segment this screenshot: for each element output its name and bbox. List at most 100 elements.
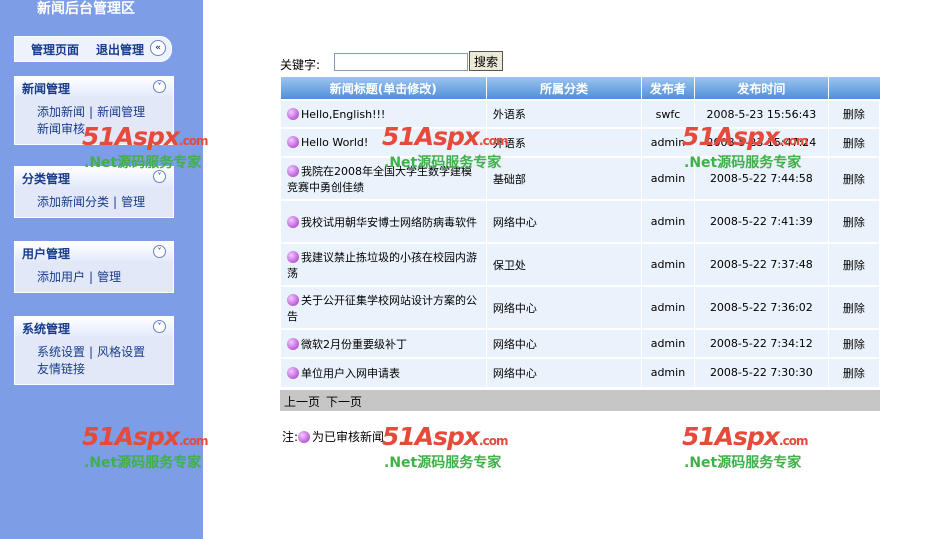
delete-link-container: 删除 (827, 99, 881, 129)
approved-dot-icon (287, 250, 299, 263)
publish-time-cell-container: 2008-5-22 7:36:02 (693, 285, 829, 330)
author-cell-container: admin (640, 285, 695, 330)
review-news-link[interactable]: 新闻审核 (37, 122, 85, 136)
delete-link-container: 删除 (827, 127, 881, 158)
friend-links-link[interactable]: 友情链接 (37, 362, 85, 376)
system-settings-link[interactable]: 系统设置 (37, 345, 85, 359)
watermark-logo-text: 51Aspx (82, 422, 180, 451)
author-cell: admin (650, 215, 686, 228)
approved-dot-icon (287, 366, 299, 379)
pager: 上一页 下一页 (280, 390, 880, 411)
delete-link[interactable]: 删除 (843, 259, 865, 272)
watermark-domain: .com (479, 134, 508, 148)
legend-note: 注: 为已审核新闻 (282, 428, 384, 445)
chevron-down-icon[interactable]: ˅ (153, 80, 166, 93)
category-cell: 外语系 (492, 108, 526, 121)
news-title-cell[interactable]: 单位用户入网申请表 (301, 367, 400, 380)
manage-users-link[interactable]: 管理 (97, 270, 121, 284)
publish-time-cell: 2008-5-22 7:41:39 (709, 215, 813, 228)
author-cell: admin (650, 136, 686, 149)
news-title-cell[interactable]: 微软2月份重要级补丁 (301, 338, 407, 351)
link-separator: | (89, 345, 94, 359)
watermark-slogan: .Net源码服务专家 (84, 155, 202, 171)
link-separator: | (89, 105, 94, 119)
category-cell: 网络中心 (492, 366, 537, 380)
manage-page-link[interactable]: 管理页面 (31, 41, 79, 58)
nav-group-header[interactable]: 新闻管理 ˅ (15, 77, 173, 99)
prev-page-link[interactable]: 上一页 (284, 393, 320, 410)
news-title-cell-container: 我校试用朝华安博士网络防病毒软件 (280, 199, 487, 244)
publish-time-cell-container: 2008-5-22 7:34:12 (693, 328, 829, 359)
watermark-domain: .com (779, 134, 808, 148)
delete-link-container: 删除 (827, 285, 881, 330)
category-cell-container: 基础部 (485, 156, 642, 201)
search-button[interactable]: 搜索 (469, 51, 503, 71)
table-row: 单位用户入网申请表 网络中心 admin 2008-5-22 7:30:30 删除 (280, 357, 881, 388)
style-settings-link[interactable]: 风格设置 (97, 345, 145, 359)
category-cell-container: 外语系 (485, 127, 642, 158)
nav-group-category: 分类管理 ˅ 添加新闻分类 | 管理 (14, 166, 174, 218)
watermark-logo-text: 51Aspx (382, 422, 480, 451)
watermark-slogan: .Net源码服务专家 (84, 455, 202, 471)
delete-link[interactable]: 删除 (843, 338, 865, 351)
next-page-link[interactable]: 下一页 (326, 393, 362, 410)
delete-link[interactable]: 删除 (843, 108, 865, 121)
watermark-slogan: .Net源码服务专家 (384, 455, 502, 471)
approved-dot-icon (287, 107, 299, 120)
publish-time-cell: 2008-5-22 7:30:30 (709, 366, 813, 380)
news-title-cell[interactable]: Hello,English!!! (301, 108, 385, 121)
publish-time-cell: 2008-5-22 7:37:48 (709, 258, 813, 271)
watermark-slogan: .Net源码服务专家 (684, 155, 802, 171)
nav-group-header[interactable]: 系统管理 ˅ (15, 317, 173, 339)
delete-link-container: 删除 (827, 199, 881, 244)
manage-news-link[interactable]: 新闻管理 (97, 105, 145, 119)
sidebar-title: 新闻后台管理区 (37, 1, 135, 17)
news-title-cell-container: 我建议禁止拣垃圾的小孩在校园内游荡 (280, 242, 487, 287)
nav-group-users: 用户管理 ˅ 添加用户 | 管理 (14, 241, 174, 293)
manage-category-link[interactable]: 管理 (121, 195, 145, 209)
logout-link[interactable]: 退出管理 (96, 41, 144, 58)
news-title-cell[interactable]: 我建议禁止拣垃圾的小孩在校园内游荡 (287, 251, 477, 280)
watermark-domain: .com (179, 134, 208, 148)
publish-time-cell: 2008-5-22 7:44:58 (709, 172, 813, 185)
approved-dot-icon (287, 215, 299, 228)
delete-link[interactable]: 删除 (843, 216, 865, 229)
table-header-row: 新闻标题(单击修改) 所属分类 发布者 发布时间 (280, 77, 880, 100)
search-input[interactable] (334, 53, 468, 71)
delete-link[interactable]: 删除 (843, 173, 865, 186)
chevron-down-icon[interactable]: ˅ (153, 245, 166, 258)
link-separator: | (89, 270, 94, 284)
approved-dot-icon (287, 293, 299, 306)
delete-link[interactable]: 删除 (843, 137, 865, 150)
category-cell-container: 网络中心 (485, 199, 642, 244)
table-row: 我建议禁止拣垃圾的小孩在校园内游荡 保卫处 admin 2008-5-22 7:37:… (280, 242, 881, 287)
nav-group-title: 系统管理 (22, 322, 71, 336)
news-title-cell[interactable]: Hello World! (301, 136, 368, 149)
author-cell-container: admin (640, 357, 695, 388)
news-title-cell[interactable]: 关于公开征集学校网站设计方案的公告 (287, 294, 477, 323)
add-user-link[interactable]: 添加用户 (37, 270, 85, 284)
news-title-cell-container: 关于公开征集学校网站设计方案的公告 (280, 285, 487, 330)
table-row: 我校试用朝华安博士网络防病毒软件 网络中心 admin 2008-5-22 7:41:… (280, 199, 881, 244)
chevron-down-icon[interactable]: ˅ (153, 320, 166, 333)
author-cell: admin (650, 366, 686, 380)
collapse-sidebar-icon[interactable]: « (150, 40, 166, 56)
category-cell: 网络中心 (492, 215, 537, 229)
top-nav: 管理页面 退出管理 « (14, 36, 172, 62)
category-cell: 网络中心 (492, 301, 537, 315)
news-title-cell[interactable]: 我校试用朝华安博士网络防病毒软件 (301, 216, 477, 229)
category-cell: 基础部 (492, 172, 526, 186)
author-cell-container: admin (640, 242, 695, 287)
author-cell: admin (650, 301, 686, 314)
delete-link[interactable]: 删除 (843, 367, 865, 380)
note-text: 为已审核新闻 (312, 430, 385, 444)
delete-link[interactable]: 删除 (843, 302, 865, 315)
author-cell-container: admin (640, 199, 695, 244)
nav-group-header[interactable]: 用户管理 ˅ (15, 242, 173, 264)
column-header-category: 所属分类 (485, 77, 642, 100)
column-header-author: 发布者 (640, 77, 695, 100)
add-category-link[interactable]: 添加新闻分类 (37, 195, 109, 209)
nav-group-system: 系统管理 ˅ 系统设置 | 风格设置 友情链接 (14, 316, 174, 385)
column-header-time: 发布时间 (693, 77, 829, 100)
add-news-link[interactable]: 添加新闻 (37, 105, 85, 119)
